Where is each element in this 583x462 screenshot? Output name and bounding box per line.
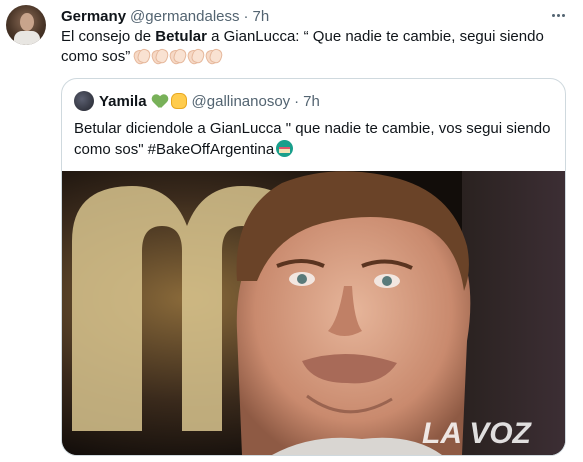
quoted-tweet-text-body: Betular diciendole a GianLucca " que nad… [74, 120, 551, 158]
more-horizontal-icon[interactable] [549, 6, 567, 24]
author-handle[interactable]: @germandaless [130, 8, 239, 25]
clap-icon [133, 48, 148, 63]
more-dot [556, 13, 560, 17]
quoted-author-handle: @gallinanosoy [191, 92, 291, 110]
more-dot [551, 13, 555, 17]
more-dot [561, 13, 565, 17]
left-iris [297, 274, 307, 284]
right-iris [382, 276, 392, 286]
quoted-author-name: Yamila [99, 92, 147, 110]
avatar-face [20, 13, 34, 31]
clap-icon [169, 48, 184, 63]
green-heart-icon [152, 93, 168, 109]
tweet[interactable]: Germany @germandaless · 7h El consejo de… [0, 0, 583, 462]
quoted-tweet-image[interactable]: LA VOZ [62, 171, 565, 455]
quoted-tweet-time: 7h [303, 92, 320, 110]
clap-icon [187, 48, 202, 63]
avatar-shirt [14, 31, 40, 45]
clap-icon [151, 48, 166, 63]
separator-dot: · [294, 92, 300, 110]
watermark-text: LA VOZ [422, 417, 533, 450]
clap-icon [205, 48, 220, 63]
quoted-tweet[interactable]: Yamila @gallinanosoy · 7h Betular dicien… [61, 78, 566, 456]
author-avatar[interactable] [6, 5, 46, 45]
fist-icon [170, 93, 187, 109]
photo-illustration: LA VOZ [62, 171, 565, 455]
separator-dot: · [243, 7, 249, 25]
tweet-text-part1: El consejo de [61, 28, 156, 45]
quoted-tweet-header: Yamila @gallinanosoy · 7h [99, 91, 320, 111]
author-name[interactable]: Germany [61, 8, 126, 25]
tweet-text: El consejo de Betular a GianLucca: “ Que… [61, 27, 566, 67]
clap-emoji-group [130, 48, 220, 65]
background-right [462, 171, 565, 455]
quoted-tweet-text: Betular diciendole a GianLucca " que nad… [74, 118, 554, 160]
quoted-author-avatar[interactable] [74, 91, 94, 111]
tweet-header: Germany @germandaless · 7h [61, 6, 269, 26]
tweet-time[interactable]: 7h [253, 8, 270, 25]
cake-icon [276, 140, 294, 157]
tweet-text-bold: Betular [155, 28, 207, 45]
